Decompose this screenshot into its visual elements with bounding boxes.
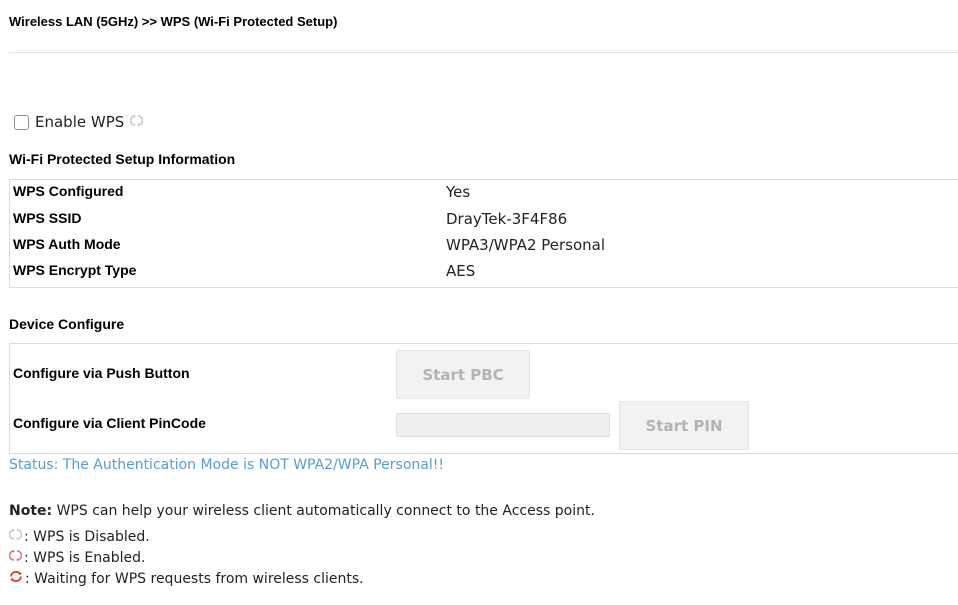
- info-heading: Wi-Fi Protected Setup Information: [9, 151, 236, 167]
- status-message: Status: The Authentication Mode is NOT W…: [9, 457, 444, 473]
- wps-enabled-icon: [8, 549, 23, 566]
- start-pbc-button[interactable]: Start PBC: [396, 350, 530, 399]
- wps-configured-value: Yes: [446, 183, 471, 201]
- title-divider: [9, 52, 958, 53]
- legend-item: : WPS is Enabled.: [8, 549, 146, 566]
- wps-auth-mode-value: WPA3/WPA2 Personal: [446, 236, 606, 254]
- pincode-input[interactable]: [396, 413, 610, 437]
- legend-text: : WPS is Enabled.: [24, 549, 146, 566]
- wps-configured-label: WPS Configured: [13, 183, 124, 199]
- legend-text: : Waiting for WPS requests from wireless…: [25, 570, 364, 587]
- wps-ssid-value: DrayTek-3F4F86: [446, 210, 568, 228]
- wps-waiting-icon: [9, 570, 23, 587]
- device-configure-heading: Device Configure: [9, 316, 125, 332]
- enable-wps-row: Enable WPS: [14, 113, 144, 131]
- note-body: WPS can help your wireless client automa…: [52, 503, 595, 519]
- wps-encrypt-type-value: AES: [446, 262, 476, 280]
- wps-info-table: WPS Configured Yes WPS SSID DrayTek-3F4F…: [9, 179, 958, 288]
- legend-item: : Waiting for WPS requests from wireless…: [9, 570, 364, 587]
- wps-auth-mode-label: WPS Auth Mode: [13, 236, 121, 252]
- page-title: Wireless LAN (5GHz) >> WPS (Wi-Fi Protec…: [9, 14, 338, 29]
- legend-text: : WPS is Disabled.: [24, 528, 150, 545]
- note-text: Note: WPS can help your wireless client …: [9, 503, 595, 519]
- wps-encrypt-type-label: WPS Encrypt Type: [13, 262, 137, 278]
- pincode-label: Configure via Client PinCode: [13, 415, 206, 431]
- note-label: Note:: [9, 503, 53, 519]
- wps-disabled-icon: [8, 528, 23, 545]
- push-button-label: Configure via Push Button: [13, 365, 190, 381]
- wps-ssid-label: WPS SSID: [13, 210, 82, 226]
- wps-disabled-icon: [129, 114, 144, 131]
- device-configure-table: Configure via Push Button Start PBC Conf…: [9, 343, 958, 454]
- enable-wps-checkbox[interactable]: [14, 114, 29, 130]
- legend-item: : WPS is Disabled.: [8, 528, 150, 545]
- start-pin-button[interactable]: Start PIN: [619, 401, 749, 450]
- enable-wps-label: Enable WPS: [35, 113, 125, 131]
